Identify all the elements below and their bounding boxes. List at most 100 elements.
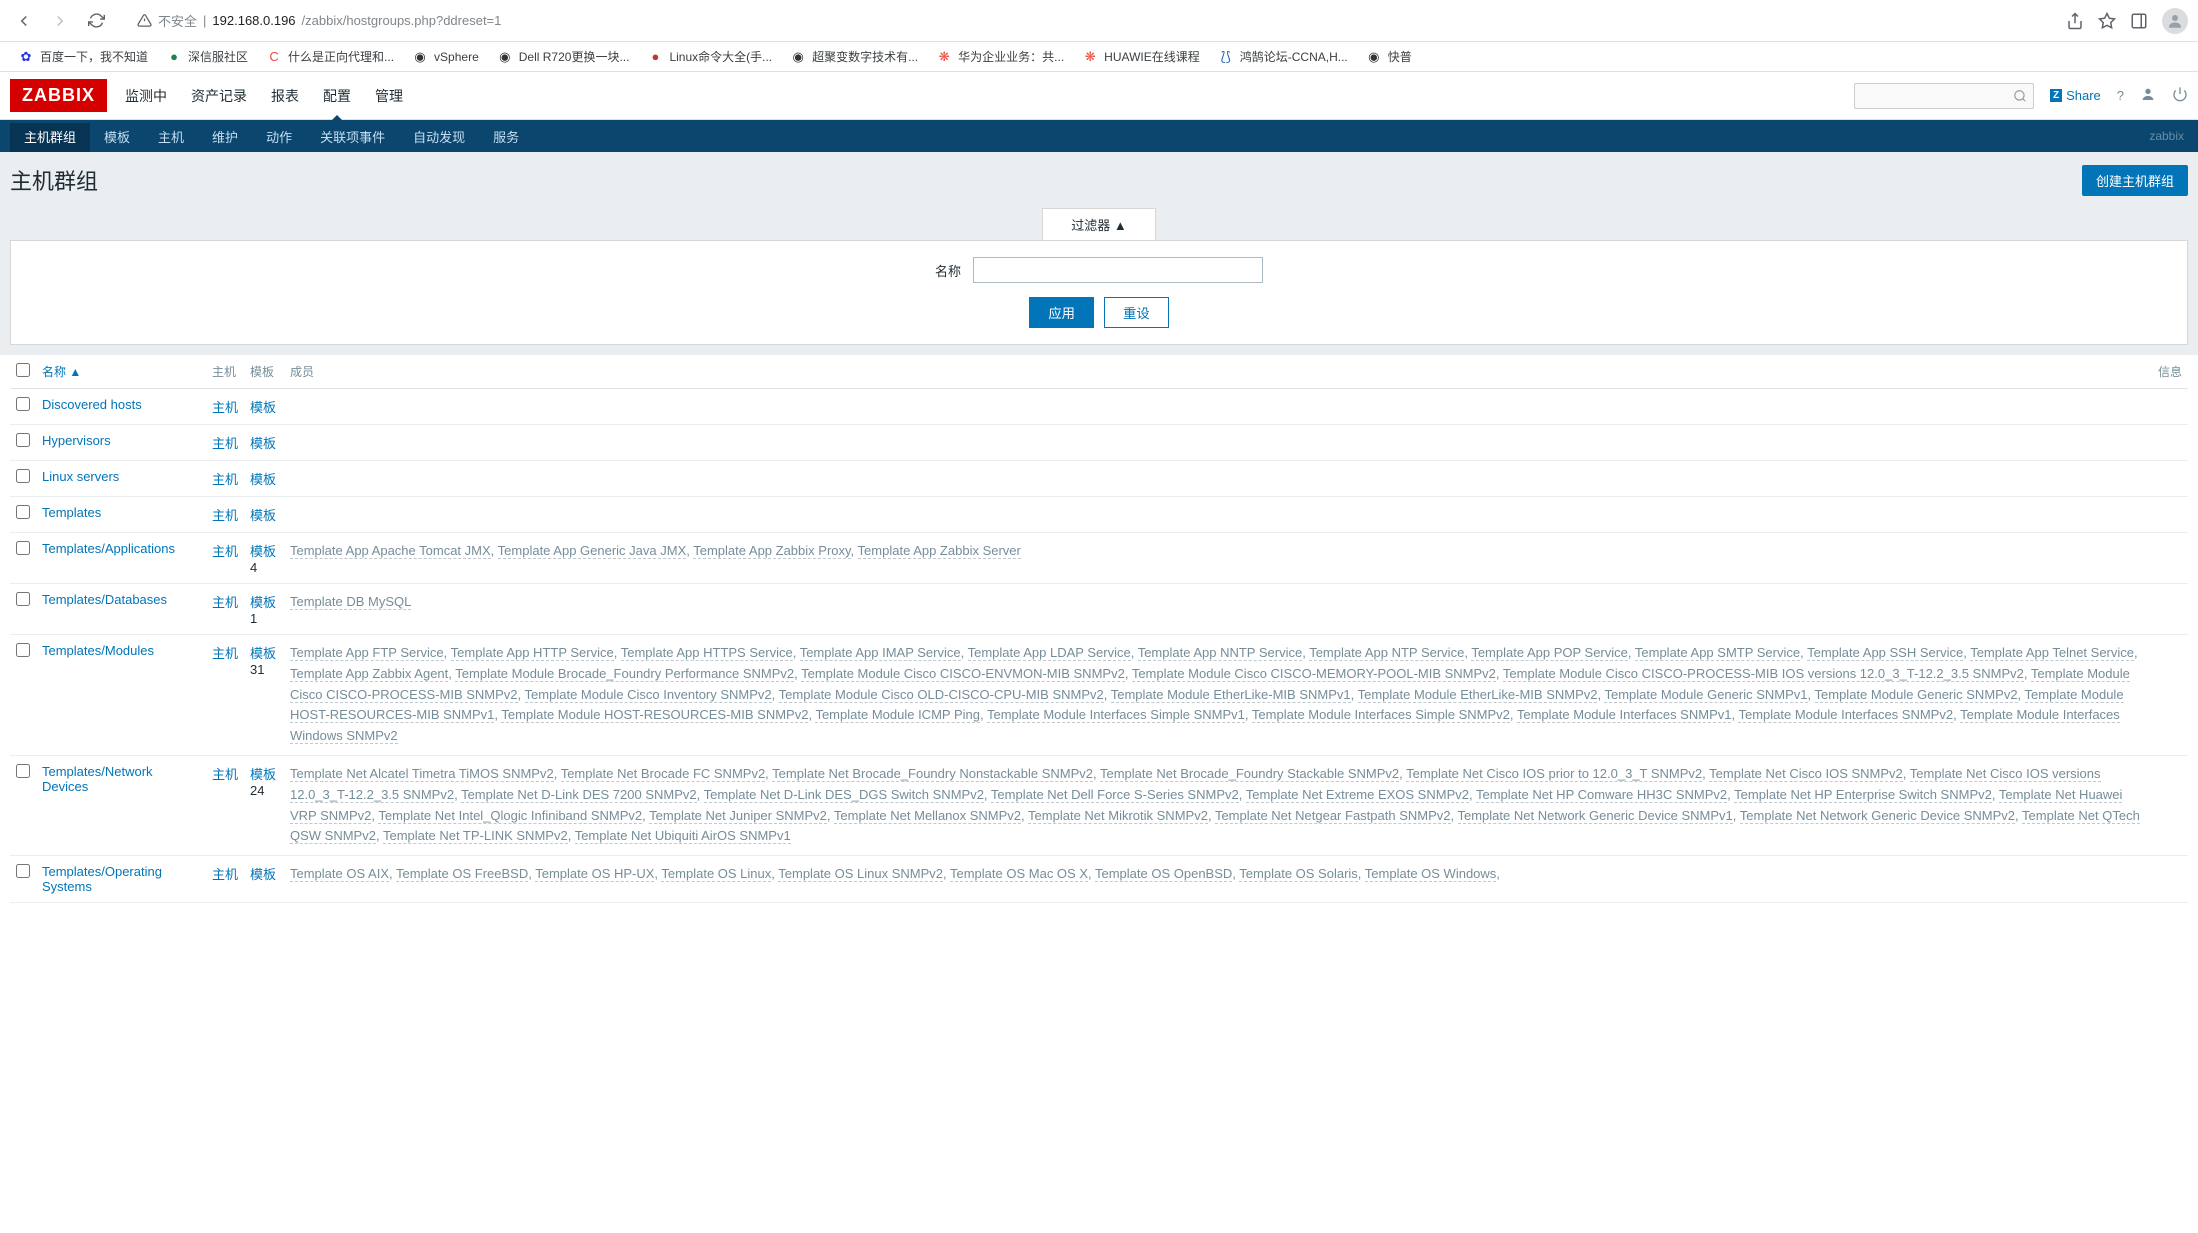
bookmark-item[interactable]: ◉vSphere [412, 49, 479, 65]
sub-nav-item[interactable]: 自动发现 [399, 123, 479, 152]
member-link[interactable]: Template Net Extreme EXOS SNMPv2 [1246, 787, 1469, 803]
member-link[interactable]: Template App HTTPS Service [621, 645, 793, 661]
hosts-link[interactable]: 主机 [212, 436, 238, 451]
row-checkbox[interactable] [16, 505, 30, 519]
member-link[interactable]: Template Net Brocade FC SNMPv2 [561, 766, 765, 782]
templates-link[interactable]: 模板 [250, 436, 276, 451]
member-link[interactable]: Template Module EtherLike-MIB SNMPv2 [1358, 687, 1598, 703]
bookmark-item[interactable]: ●Linux命令大全(手... [647, 48, 772, 65]
hosts-link[interactable]: 主机 [212, 595, 238, 610]
hosts-link[interactable]: 主机 [212, 508, 238, 523]
hosts-link[interactable]: 主机 [212, 767, 238, 782]
member-link[interactable]: Template App HTTP Service [451, 645, 614, 661]
group-name-link[interactable]: Templates/Applications [42, 541, 175, 556]
group-name-link[interactable]: Linux servers [42, 469, 119, 484]
member-link[interactable]: Template App Zabbix Agent [290, 666, 448, 682]
member-link[interactable]: Template Module Interfaces SNMPv1 [1517, 707, 1732, 723]
bookmark-item[interactable]: ◉Dell R720更换一块... [497, 48, 630, 65]
member-link[interactable]: Template App NTP Service [1309, 645, 1464, 661]
row-checkbox[interactable] [16, 469, 30, 483]
group-name-link[interactable]: Hypervisors [42, 433, 111, 448]
templates-link[interactable]: 模板 [250, 400, 276, 415]
group-name-link[interactable]: Templates/Modules [42, 643, 154, 658]
member-link[interactable]: Template OS FreeBSD [396, 866, 528, 882]
main-nav-item[interactable]: 配置 [323, 72, 351, 120]
member-link[interactable]: Template Module Cisco OLD-CISCO-CPU-MIB … [779, 687, 1104, 703]
sub-nav-item[interactable]: 模板 [90, 123, 144, 152]
member-link[interactable]: Template Net Netgear Fastpath SNMPv2 [1215, 808, 1451, 824]
col-name[interactable]: 名称 ▲ [36, 355, 206, 389]
hosts-link[interactable]: 主机 [212, 867, 238, 882]
help-icon[interactable]: ? [2117, 88, 2124, 103]
hosts-link[interactable]: 主机 [212, 400, 238, 415]
row-checkbox[interactable] [16, 397, 30, 411]
templates-link[interactable]: 模板 [250, 867, 276, 882]
filter-apply-button[interactable]: 应用 [1029, 297, 1094, 328]
bookmark-item[interactable]: ❋HUAWIE在线课程 [1082, 48, 1200, 65]
member-link[interactable]: Template App Zabbix Server [858, 543, 1021, 559]
member-link[interactable]: Template Net Mellanox SNMPv2 [834, 808, 1021, 824]
row-checkbox[interactable] [16, 764, 30, 778]
member-link[interactable]: Template App NNTP Service [1138, 645, 1303, 661]
power-icon[interactable] [2172, 86, 2188, 105]
sub-nav-item[interactable]: 关联项事件 [306, 123, 399, 152]
member-link[interactable]: Template App IMAP Service [800, 645, 961, 661]
member-link[interactable]: Template Net Ubiquiti AirOS SNMPv1 [575, 828, 791, 844]
bookmark-item[interactable]: ✿百度一下，我不知道 [18, 48, 148, 65]
member-link[interactable]: Template Net Cisco IOS SNMPv2 [1709, 766, 1903, 782]
member-link[interactable]: Template Net Intel_Qlogic Infiniband SNM… [378, 808, 642, 824]
bookmark-item[interactable]: ◉快普 [1366, 48, 1412, 65]
member-link[interactable]: Template OS Linux [661, 866, 771, 882]
member-link[interactable]: Template Module Generic SNMPv2 [1815, 687, 2018, 703]
hosts-link[interactable]: 主机 [212, 472, 238, 487]
member-link[interactable]: Template Module HOST-RESOURCES-MIB SNMPv… [501, 707, 808, 723]
bookmark-item[interactable]: ◉超聚变数字技术有... [790, 48, 918, 65]
member-link[interactable]: Template Net Brocade_Foundry Nonstackabl… [772, 766, 1093, 782]
panel-icon[interactable] [2130, 12, 2148, 30]
user-icon[interactable] [2140, 86, 2156, 105]
group-name-link[interactable]: Templates/Databases [42, 592, 167, 607]
row-checkbox[interactable] [16, 433, 30, 447]
filter-name-input[interactable] [973, 257, 1263, 283]
member-link[interactable]: Template Net Juniper SNMPv2 [649, 808, 827, 824]
member-link[interactable]: Template App SMTP Service [1635, 645, 1800, 661]
member-link[interactable]: Template Module Cisco CISCO-ENVMON-MIB S… [801, 666, 1125, 682]
bookmark-item[interactable]: ❋华为企业业务：共... [936, 48, 1064, 65]
member-link[interactable]: Template OS Linux SNMPv2 [778, 866, 943, 882]
row-checkbox[interactable] [16, 592, 30, 606]
select-all-checkbox[interactable] [16, 363, 30, 377]
address-bar[interactable]: 不安全 | 192.168.0.196/zabbix/hostgroups.ph… [124, 6, 2048, 35]
member-link[interactable]: Template App POP Service [1471, 645, 1628, 661]
templates-count-link[interactable]: 模板 [250, 767, 276, 782]
member-link[interactable]: Template Module Generic SNMPv1 [1604, 687, 1807, 703]
member-link[interactable]: Template Module ICMP Ping [815, 707, 980, 723]
back-button[interactable] [10, 7, 38, 35]
share-icon[interactable] [2066, 12, 2084, 30]
member-link[interactable]: Template App Zabbix Proxy [693, 543, 850, 559]
main-nav-item[interactable]: 资产记录 [191, 72, 247, 120]
member-link[interactable]: Template App FTP Service [290, 645, 444, 661]
filter-toggle[interactable]: 过滤器 ▲ [1042, 208, 1155, 240]
member-link[interactable]: Template App LDAP Service [968, 645, 1131, 661]
member-link[interactable]: Template App SSH Service [1807, 645, 1963, 661]
member-link[interactable]: Template DB MySQL [290, 594, 411, 610]
member-link[interactable]: Template Module EtherLike-MIB SNMPv1 [1111, 687, 1351, 703]
profile-avatar[interactable] [2162, 8, 2188, 34]
member-link[interactable]: Template Net Cisco IOS prior to 12.0_3_T… [1406, 766, 1702, 782]
group-name-link[interactable]: Discovered hosts [42, 397, 142, 412]
row-checkbox[interactable] [16, 541, 30, 555]
member-link[interactable]: Template OS HP-UX [535, 866, 654, 882]
member-link[interactable]: Template Net Alcatel Timetra TiMOS SNMPv… [290, 766, 554, 782]
sub-nav-item[interactable]: 维护 [198, 123, 252, 152]
sub-nav-item[interactable]: 服务 [479, 123, 533, 152]
create-hostgroup-button[interactable]: 创建主机群组 [2082, 165, 2188, 196]
sub-nav-item[interactable]: 主机 [144, 123, 198, 152]
sub-nav-item[interactable]: 主机群组 [10, 123, 90, 152]
row-checkbox[interactable] [16, 643, 30, 657]
sub-nav-item[interactable]: 动作 [252, 123, 306, 152]
member-link[interactable]: Template OS Solaris [1239, 866, 1358, 882]
member-link[interactable]: Template Net Dell Force S-Series SNMPv2 [991, 787, 1239, 803]
member-link[interactable]: Template Net Network Generic Device SNMP… [1740, 808, 2015, 824]
main-nav-item[interactable]: 报表 [271, 72, 299, 120]
member-link[interactable]: Template Net HP Comware HH3C SNMPv2 [1476, 787, 1727, 803]
